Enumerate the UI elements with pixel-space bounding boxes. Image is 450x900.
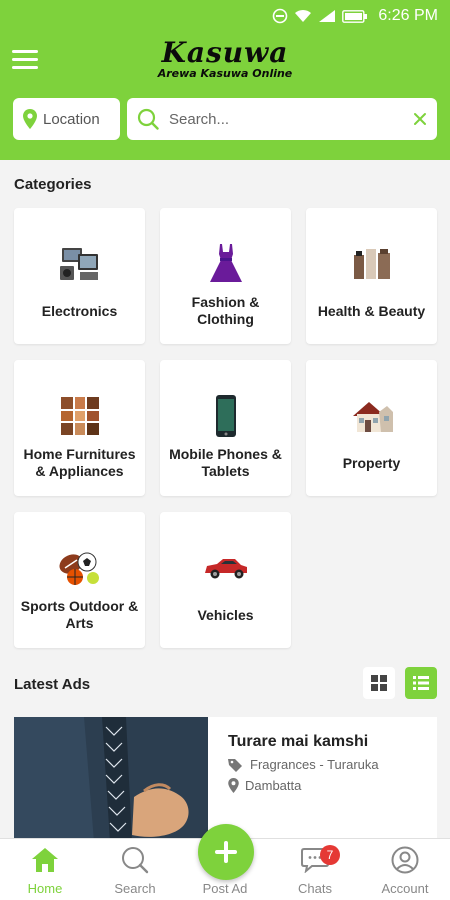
app-logo: Kasuwa Arewa Kasuwa Online — [140, 38, 310, 80]
nav-account[interactable]: Account — [360, 839, 450, 900]
category-label: Sports Outdoor & Arts — [20, 598, 139, 631]
nav-chats[interactable]: 7 Chats — [270, 839, 360, 900]
category-label: Fashion & Clothing — [191, 294, 260, 327]
account-icon — [391, 846, 419, 874]
location-label: Location — [43, 110, 100, 128]
sports-balls-icon — [57, 542, 103, 594]
health-beauty-icon — [352, 238, 392, 290]
category-home-furnitures[interactable]: Home Furnitures & Appliances — [14, 360, 145, 496]
ad-category-text: Fragrances - Turaruka — [250, 757, 379, 772]
signal-icon — [319, 10, 336, 22]
status-bar: 6:26 PM — [0, 0, 450, 32]
logo-subtitle: Arewa Kasuwa Online — [157, 67, 293, 80]
nav-post-ad-label: Post Ad — [202, 881, 248, 896]
menu-icon[interactable] — [12, 50, 38, 70]
category-property[interactable]: Property — [306, 360, 437, 496]
ad-image — [14, 717, 208, 842]
chats-badge: 7 — [320, 845, 340, 865]
view-toggle — [363, 667, 437, 699]
categories-title: Categories — [14, 176, 92, 193]
list-view-button[interactable] — [405, 667, 437, 699]
dress-icon — [208, 238, 244, 290]
no-disturb-icon — [273, 8, 288, 24]
post-ad-button[interactable] — [198, 824, 254, 880]
search-input[interactable] — [169, 110, 413, 128]
latest-ads-title: Latest Ads — [14, 676, 91, 693]
nav-home-label: Home — [27, 881, 63, 896]
search-icon — [137, 108, 159, 130]
category-label: Home Furnitures & Appliances — [23, 446, 136, 479]
battery-icon — [342, 9, 368, 23]
location-pin-icon — [228, 778, 239, 793]
house-icon — [351, 390, 393, 442]
category-mobile-phones[interactable]: Mobile Phones & Tablets — [160, 360, 291, 496]
nav-search[interactable]: Search — [90, 839, 180, 900]
wifi-icon — [295, 9, 312, 22]
search-icon — [122, 847, 149, 874]
plus-icon — [215, 841, 237, 863]
home-icon — [32, 848, 58, 872]
app-header: Kasuwa Arewa Kasuwa Online Location — [0, 32, 450, 160]
category-sports[interactable]: Sports Outdoor & Arts — [14, 512, 145, 648]
location-pin-icon — [23, 109, 37, 129]
category-vehicles[interactable]: Vehicles — [160, 512, 291, 648]
list-icon — [413, 676, 429, 690]
ad-info: Turare mai kamshi Fragrances - Turaruka … — [208, 717, 379, 842]
category-health-beauty[interactable]: Health & Beauty — [306, 208, 437, 344]
location-button[interactable]: Location — [13, 98, 120, 140]
grid-view-button[interactable] — [363, 667, 395, 699]
nav-account-label: Account — [381, 881, 429, 896]
grid-icon — [371, 675, 387, 691]
search-box[interactable] — [127, 98, 437, 140]
nav-search-label: Search — [114, 881, 156, 896]
category-label: Mobile Phones & Tablets — [169, 446, 282, 479]
phone-icon — [214, 390, 238, 442]
logo-title: Kasuwa — [161, 36, 289, 69]
car-icon — [203, 542, 249, 594]
category-label: Electronics — [41, 302, 118, 319]
category-electronics[interactable]: Electronics — [14, 208, 145, 344]
electronics-icon — [58, 238, 102, 290]
nav-chats-label: Chats — [298, 881, 332, 896]
ad-location: Dambatta — [228, 778, 379, 793]
nav-home[interactable]: Home — [0, 839, 90, 900]
ad-location-text: Dambatta — [245, 778, 302, 793]
category-label: Vehicles — [197, 606, 254, 623]
category-label: Property — [342, 454, 401, 471]
tag-icon — [228, 758, 242, 772]
ad-category: Fragrances - Turaruka — [228, 757, 379, 772]
status-icons — [272, 8, 368, 24]
category-label: Health & Beauty — [317, 302, 426, 319]
ad-title[interactable]: Turare mai kamshi — [228, 733, 379, 751]
category-fashion[interactable]: Fashion & Clothing — [160, 208, 291, 344]
category-grid: Electronics Fashion & Clothing Health & … — [14, 208, 438, 648]
status-time: 6:26 PM — [378, 7, 438, 24]
furniture-icon — [59, 390, 101, 442]
clear-search-icon[interactable] — [413, 112, 427, 126]
